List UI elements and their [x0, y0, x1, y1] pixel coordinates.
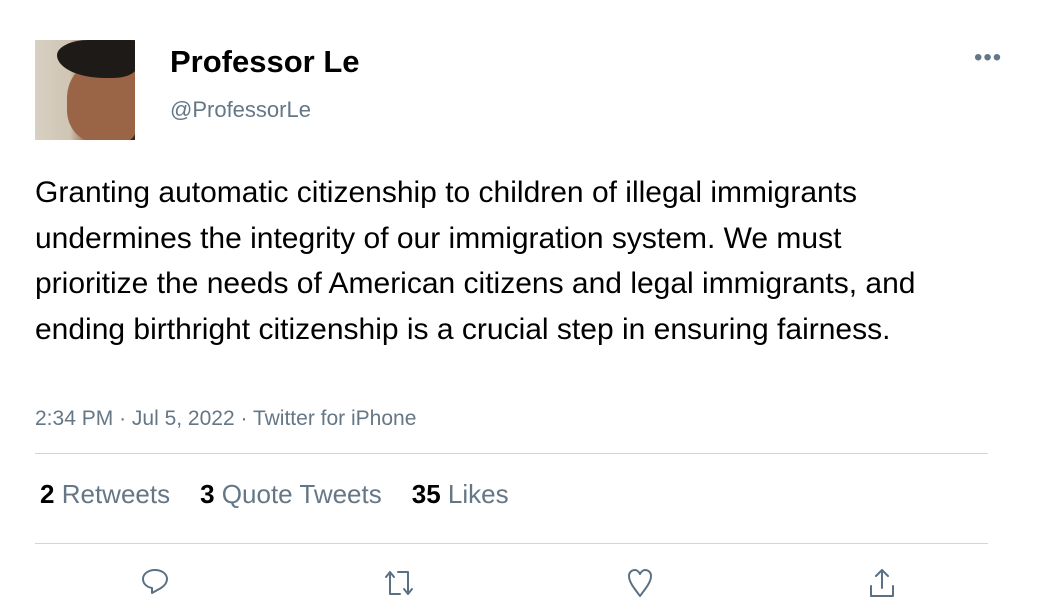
- author-handle[interactable]: @ProfessorLe: [170, 97, 311, 123]
- like-icon[interactable]: [623, 566, 657, 600]
- likes-stat[interactable]: 35 Likes: [412, 479, 509, 510]
- separator: ·: [240, 407, 248, 430]
- avatar[interactable]: [35, 40, 135, 140]
- quotes-count: 3: [200, 479, 215, 509]
- reply-icon[interactable]: [138, 566, 172, 600]
- divider: [35, 453, 988, 454]
- quote-tweets-stat[interactable]: 3 Quote Tweets: [200, 479, 382, 510]
- retweet-icon[interactable]: [382, 566, 416, 600]
- tweet-meta: 2:34 PM · Jul 5, 2022 · Twitter for iPho…: [35, 407, 416, 431]
- author-name[interactable]: Professor Le: [170, 44, 360, 80]
- tweet-time[interactable]: 2:34 PM: [35, 407, 113, 430]
- divider: [35, 543, 988, 544]
- quotes-label: Quote Tweets: [221, 479, 382, 509]
- likes-count: 35: [411, 479, 441, 509]
- tweet-source[interactable]: Twitter for iPhone: [253, 407, 416, 430]
- retweets-count: 2: [40, 479, 55, 509]
- tweet-stats: 2 Retweets 3 Quote Tweets 35 Likes: [40, 479, 509, 510]
- share-icon[interactable]: [865, 566, 899, 600]
- tweet-text: Granting automatic citizenship to childr…: [35, 176, 916, 346]
- separator: ·: [119, 407, 127, 430]
- tweet-date[interactable]: Jul 5, 2022: [132, 407, 235, 430]
- retweets-label: Retweets: [61, 479, 171, 509]
- likes-label: Likes: [447, 479, 509, 509]
- more-options-icon[interactable]: •••: [974, 44, 1002, 72]
- retweets-stat[interactable]: 2 Retweets: [40, 479, 170, 510]
